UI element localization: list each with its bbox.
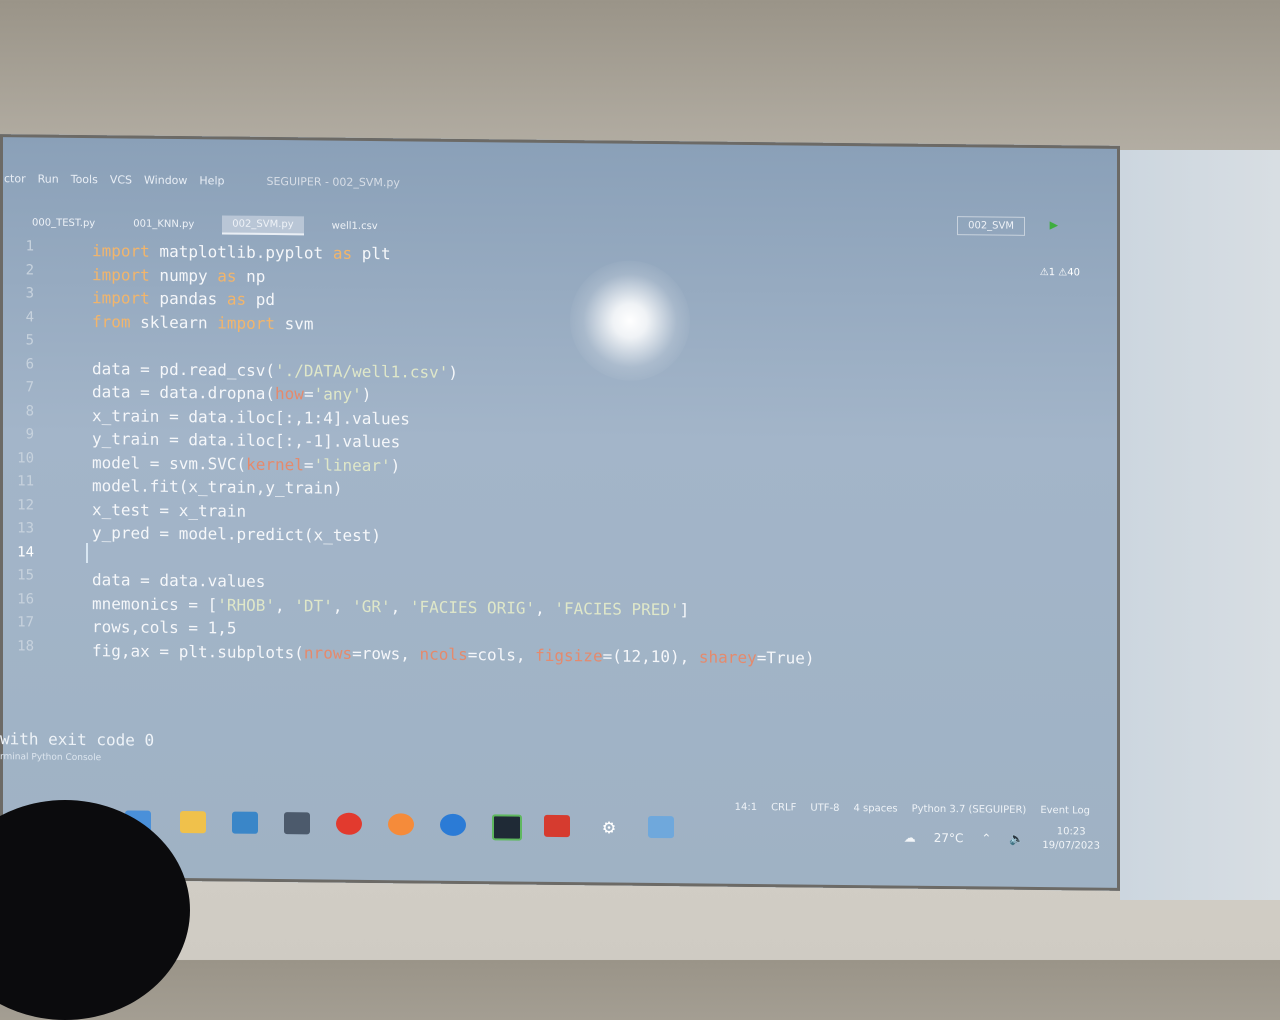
menu-bar: ctor Run Tools VCS Window Help SEGUIPER … <box>0 164 1120 204</box>
line-number: 16 <box>17 590 34 607</box>
chevron-up-icon[interactable]: ⌃ <box>981 831 991 845</box>
line-number: 11 <box>17 473 34 490</box>
line-number: 15 <box>17 567 34 584</box>
system-tray: ☁ 27°C ⌃ 🔈 10:23 19/07/2023 <box>904 824 1100 854</box>
app-icon-notes[interactable] <box>648 815 674 839</box>
menu-item[interactable]: ctor <box>4 172 26 185</box>
code-editor[interactable]: import matplotlib.pyplot as plt import nu… <box>92 239 815 670</box>
tab-svm[interactable]: 002_SVM.py <box>222 214 304 235</box>
line-number: 12 <box>17 496 34 513</box>
clock-time: 10:23 <box>1056 826 1086 838</box>
clock-date: 19/07/2023 <box>1042 840 1100 852</box>
run-console: with exit code 0 rminal Python Console <box>0 729 1120 774</box>
line-number-gutter: 1 2 3 4 5 6 7 8 9 10 11 12 13 14 15 16 17 18 <box>0 238 60 662</box>
weather-icon[interactable]: ☁ <box>904 831 916 845</box>
tab-test[interactable]: 000_TEST.py <box>22 214 105 232</box>
clock[interactable]: 10:23 19/07/2023 <box>1042 825 1100 854</box>
menu-item-window[interactable]: Window <box>144 173 187 186</box>
line-number: 7 <box>25 379 34 396</box>
line-number: 18 <box>17 637 34 654</box>
line-number: 1 <box>25 238 34 255</box>
inspection-warnings[interactable]: ⚠1 ⚠40 <box>1040 267 1080 278</box>
menu-item-vcs[interactable]: VCS <box>110 173 132 186</box>
opera-icon[interactable] <box>336 812 362 835</box>
gear-icon[interactable]: ⚙ <box>596 814 622 838</box>
line-number: 2 <box>25 261 34 278</box>
line-number: 3 <box>25 285 34 302</box>
acrobat-icon[interactable] <box>544 814 570 838</box>
line-number: 9 <box>25 426 34 443</box>
run-config-select[interactable]: 002_SVM <box>957 216 1025 236</box>
tab-well1-csv[interactable]: well1.csv <box>322 217 388 235</box>
line-number: 6 <box>25 355 34 372</box>
line-number: 4 <box>25 308 34 325</box>
wall-right <box>1120 150 1280 900</box>
line-number: 13 <box>17 520 34 537</box>
menu-item-tools[interactable]: Tools <box>71 172 98 185</box>
text-cursor <box>86 543 88 564</box>
projected-screen: ctor Run Tools VCS Window Help SEGUIPER … <box>0 134 1120 891</box>
line-number: 8 <box>25 402 34 419</box>
line-number: 5 <box>25 332 34 349</box>
window-title: SEGUIPER - 002_SVM.py <box>266 174 400 189</box>
volume-icon[interactable]: 🔈 <box>1009 832 1024 846</box>
temperature[interactable]: 27°C <box>934 831 964 845</box>
firefox-icon[interactable] <box>388 813 414 836</box>
line-number: 10 <box>17 449 34 466</box>
mail-icon[interactable] <box>232 811 258 834</box>
menu-item-help[interactable]: Help <box>199 174 224 187</box>
tab-knn[interactable]: 001_KNN.py <box>123 215 204 233</box>
app-icon-hex[interactable] <box>284 812 310 835</box>
folder-icon[interactable] <box>180 811 206 834</box>
pycharm-icon[interactable] <box>492 814 522 841</box>
menu-item-run[interactable]: Run <box>38 172 59 185</box>
run-icon[interactable]: ▶ <box>1050 217 1058 233</box>
line-number: 17 <box>17 614 34 631</box>
edge-icon[interactable] <box>440 813 466 837</box>
line-number: 14 <box>17 543 34 560</box>
